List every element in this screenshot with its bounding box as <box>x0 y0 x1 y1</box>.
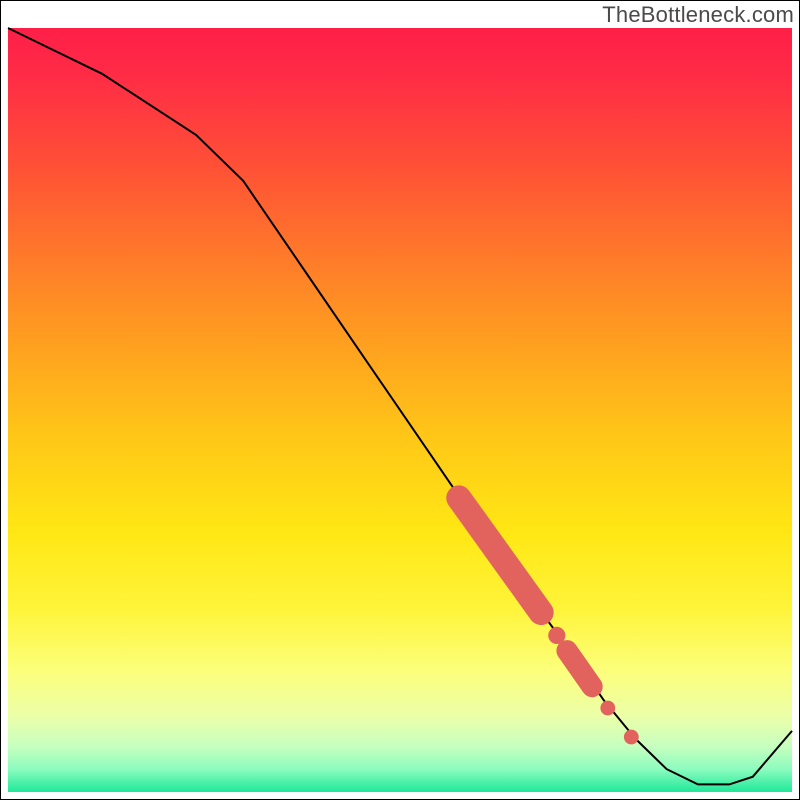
chart-stage: TheBottleneck.com <box>0 0 800 800</box>
marker-dot <box>600 701 615 716</box>
bottleneck-chart <box>0 0 800 800</box>
watermark-text: TheBottleneck.com <box>602 2 794 28</box>
marker-dot <box>624 730 639 745</box>
